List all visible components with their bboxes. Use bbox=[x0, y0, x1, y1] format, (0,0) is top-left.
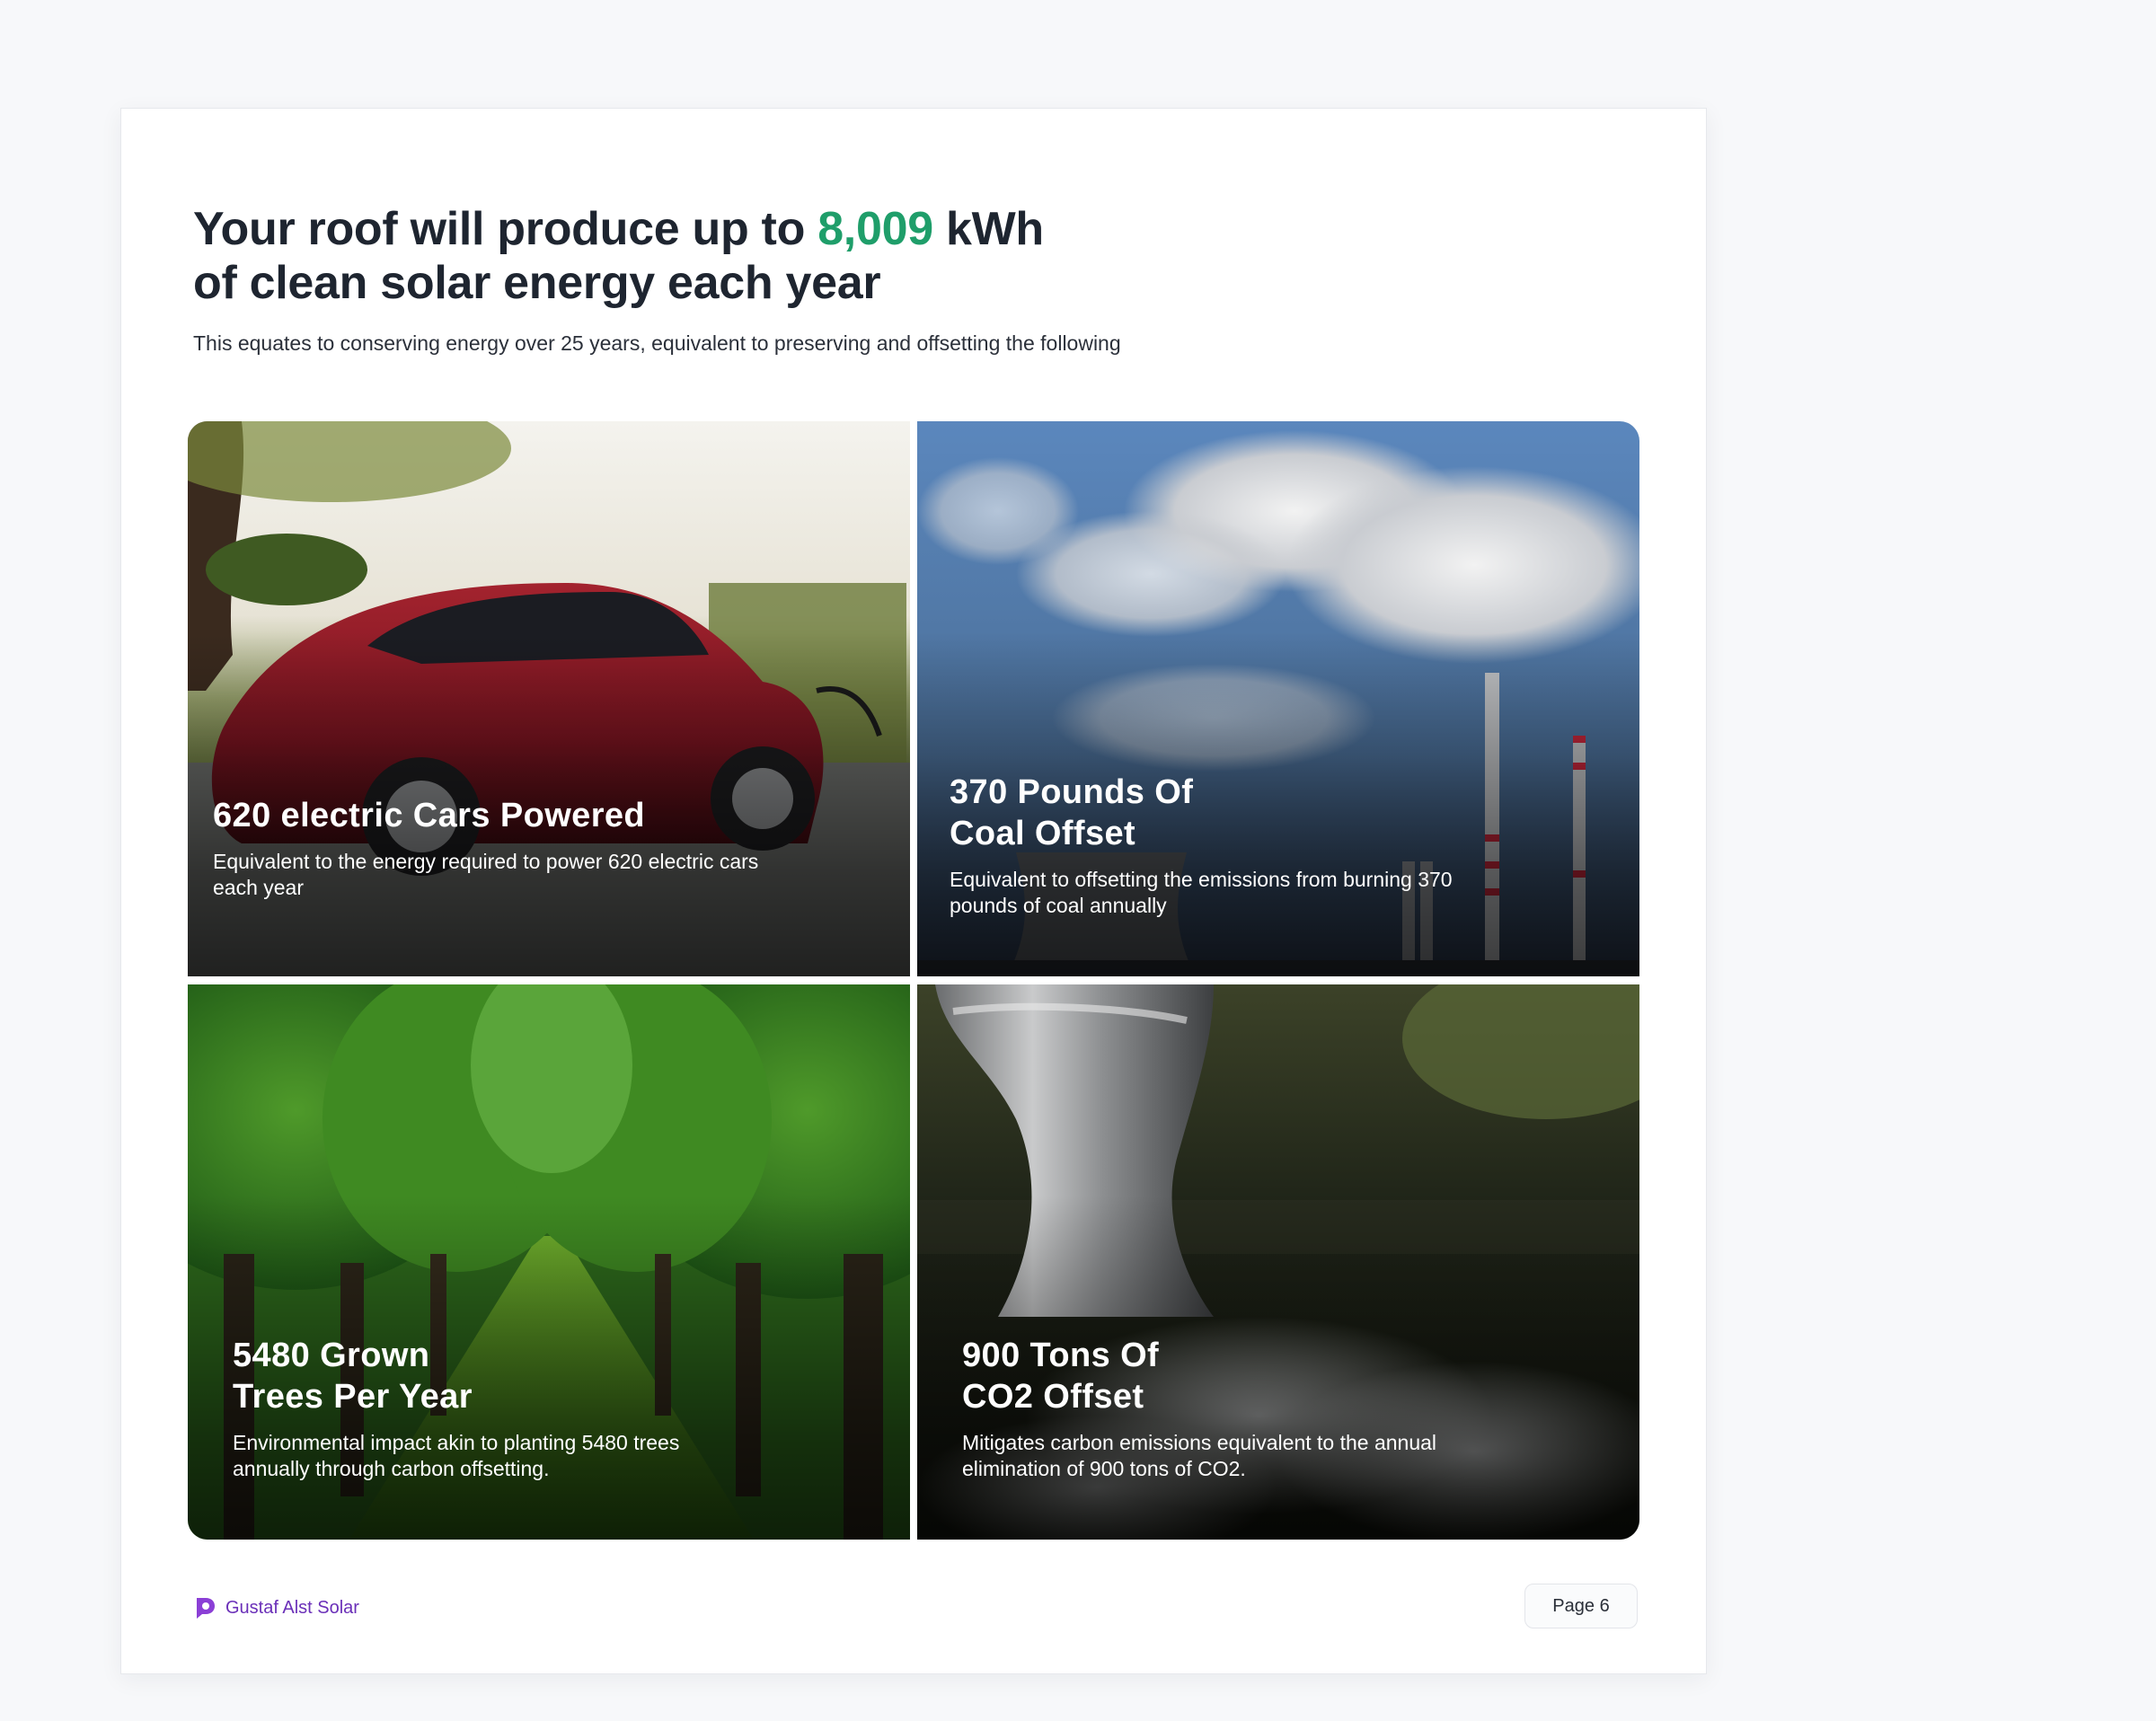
tile-title: 5480 Grown Trees Per Year bbox=[233, 1337, 473, 1416]
tile-description: Environmental impact akin to planting 54… bbox=[233, 1431, 680, 1480]
tile-caption: 370 Pounds Of Coal Offset Equivalent to … bbox=[950, 772, 1489, 919]
report-page: Your roof will produce up to 8,009 kWh of… bbox=[120, 108, 1707, 1674]
annual-kwh-value: 8,009 bbox=[817, 203, 933, 255]
page-number-badge: Page 6 bbox=[1524, 1584, 1638, 1628]
page-subtitle: This equates to conserving energy over 2… bbox=[193, 331, 1121, 355]
impact-grid: 620 electric Cars Powered Equivalent to … bbox=[188, 421, 1639, 1540]
brand-logo-icon bbox=[197, 1598, 215, 1619]
tile-caption: 620 electric Cars Powered Equivalent to … bbox=[213, 795, 788, 901]
impact-tile-trees: 5480 Grown Trees Per Year Environmental … bbox=[188, 984, 910, 1540]
tile-description: Mitigates carbon emissions equivalent to… bbox=[962, 1431, 1437, 1480]
brand-name: Gustaf Alst Solar bbox=[225, 1597, 359, 1618]
tile-title: 900 Tons Of CO2 Offset bbox=[962, 1337, 1160, 1416]
impact-tile-co2: 900 Tons Of CO2 Offset Mitigates carbon … bbox=[917, 984, 1639, 1540]
tile-description: Equivalent to the energy required to pow… bbox=[213, 850, 759, 899]
title-prefix: Your roof will produce up to bbox=[193, 203, 818, 255]
title-unit: kWh bbox=[932, 203, 1044, 255]
page-title: Your roof will produce up to 8,009 kWh of… bbox=[193, 202, 1451, 310]
impact-tile-cars: 620 electric Cars Powered Equivalent to … bbox=[188, 421, 910, 976]
footer-brand: Gustaf Alst Solar bbox=[191, 1594, 359, 1621]
tile-title: 620 electric Cars Powered bbox=[213, 797, 646, 834]
tile-description: Equivalent to offsetting the emissions f… bbox=[950, 868, 1453, 917]
tile-caption: 900 Tons Of CO2 Offset Mitigates carbon … bbox=[962, 1335, 1465, 1482]
title-line-2: of clean solar energy each year bbox=[193, 257, 881, 309]
impact-tile-coal: 370 Pounds Of Coal Offset Equivalent to … bbox=[917, 421, 1639, 976]
tile-caption: 5480 Grown Trees Per Year Environmental … bbox=[233, 1335, 736, 1482]
tile-title: 370 Pounds Of Coal Offset bbox=[950, 773, 1194, 852]
